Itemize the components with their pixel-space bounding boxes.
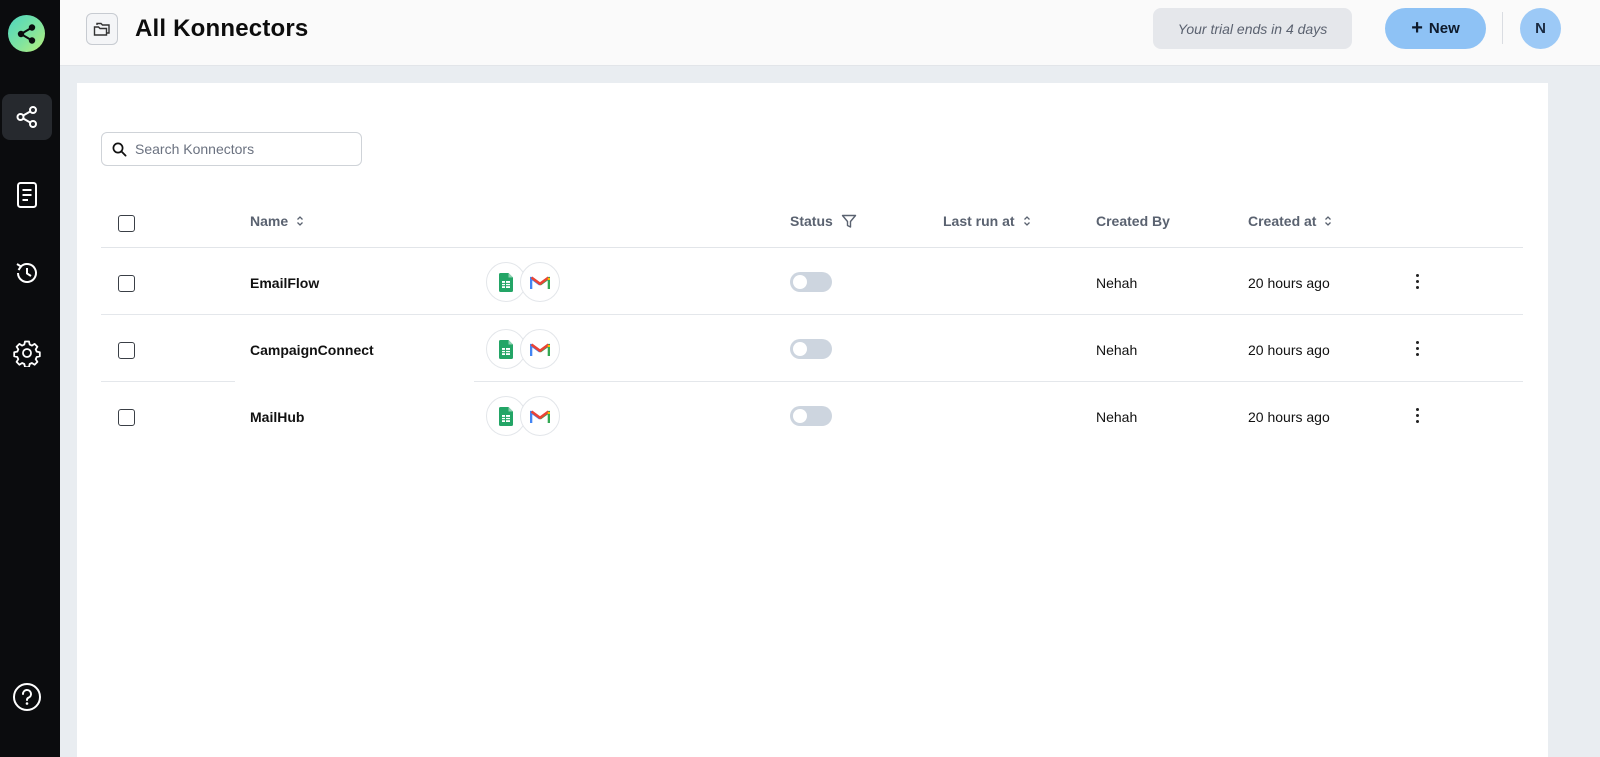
row-actions-button[interactable] — [1407, 337, 1427, 359]
sort-icon[interactable] — [296, 215, 304, 227]
logo-share-icon — [17, 23, 35, 44]
created-at-value: 20 hours ago — [1248, 275, 1330, 291]
search-input[interactable] — [135, 141, 345, 157]
column-name-label: Name — [250, 213, 289, 229]
konnectors-card: Name Status Last run at Created By Creat… — [77, 83, 1548, 757]
folders-icon — [93, 22, 110, 36]
column-last-run-label: Last run at — [943, 213, 1015, 229]
connected-apps — [486, 396, 562, 436]
table-row[interactable]: CampaignConnect Nehah 20 hours ago — [101, 315, 1523, 382]
table-row[interactable]: MailHub Nehah 20 hours ago — [101, 382, 1523, 449]
new-konnector-button[interactable]: + New — [1385, 8, 1486, 49]
konnector-name[interactable]: MailHub — [250, 409, 304, 425]
sidebar-item-history[interactable] — [2, 250, 52, 296]
created-at-value: 20 hours ago — [1248, 342, 1330, 358]
history-icon — [16, 263, 37, 283]
sidebar-item-konnectors[interactable] — [2, 94, 52, 140]
toggle-knob — [793, 275, 807, 289]
sidebar-item-settings[interactable] — [2, 330, 52, 376]
created-by-value: Nehah — [1096, 409, 1138, 425]
row-checkbox[interactable] — [118, 342, 135, 359]
status-toggle[interactable] — [790, 272, 832, 292]
help-icon — [13, 683, 41, 711]
gmail-icon — [530, 409, 550, 423]
konnectors-table: Name Status Last run at Created By Creat… — [101, 195, 1523, 449]
user-avatar[interactable]: N — [1520, 8, 1561, 49]
page-title: All Konnectors — [135, 15, 309, 42]
select-all-checkbox[interactable] — [118, 215, 135, 232]
google-sheets-icon — [499, 406, 513, 426]
gmail-icon — [530, 275, 550, 289]
column-created-by-label: Created By — [1096, 213, 1170, 229]
gmail-app — [520, 329, 560, 369]
column-last-run[interactable]: Last run at — [943, 213, 1031, 229]
sort-icon[interactable] — [1324, 215, 1332, 227]
filter-icon[interactable] — [841, 214, 857, 229]
row-actions-button[interactable] — [1407, 404, 1427, 426]
table-header: Name Status Last run at Created By Creat… — [101, 195, 1523, 248]
google-sheets-icon — [499, 272, 513, 292]
row-checkbox[interactable] — [118, 275, 135, 292]
search-box[interactable] — [101, 132, 362, 166]
row-checkbox[interactable] — [118, 409, 135, 426]
column-created-by: Created By — [1096, 213, 1170, 229]
toggle-knob — [793, 342, 807, 356]
created-by-value: Nehah — [1096, 275, 1138, 291]
konnector-name[interactable]: CampaignConnect — [250, 342, 374, 358]
status-toggle[interactable] — [790, 339, 832, 359]
column-status-label: Status — [790, 213, 833, 229]
created-by-value: Nehah — [1096, 342, 1138, 358]
plus-icon: + — [1411, 16, 1423, 39]
connected-apps — [486, 262, 562, 302]
gear-icon — [13, 340, 41, 367]
gmail-app — [520, 396, 560, 436]
sidebar-item-help[interactable] — [2, 674, 52, 720]
new-button-label: New — [1428, 20, 1460, 37]
column-name[interactable]: Name — [250, 213, 304, 229]
folders-toggle-button[interactable] — [86, 13, 118, 45]
table-row[interactable]: EmailFlow Nehah 20 hours ago — [101, 248, 1523, 315]
trial-banner: Your trial ends in 4 days — [1153, 8, 1352, 49]
sort-icon[interactable] — [1023, 215, 1031, 227]
column-status[interactable]: Status — [790, 213, 857, 229]
connected-apps — [486, 329, 562, 369]
document-icon — [17, 182, 37, 208]
top-header: All Konnectors Your trial ends in 4 days… — [60, 0, 1600, 66]
gmail-app — [520, 262, 560, 302]
header-divider — [1502, 12, 1503, 44]
status-toggle[interactable] — [790, 406, 832, 426]
sidebar — [0, 0, 60, 757]
search-icon — [112, 142, 127, 157]
row-actions-button[interactable] — [1407, 270, 1427, 292]
column-created-at[interactable]: Created at — [1248, 213, 1332, 229]
created-at-value: 20 hours ago — [1248, 409, 1330, 425]
sidebar-item-logs[interactable] — [2, 172, 52, 218]
toggle-knob — [793, 409, 807, 423]
konnector-name[interactable]: EmailFlow — [250, 275, 319, 291]
app-logo[interactable] — [8, 15, 45, 52]
share-nodes-icon — [16, 106, 37, 128]
google-sheets-icon — [499, 339, 513, 359]
gmail-icon — [530, 342, 550, 356]
column-created-at-label: Created at — [1248, 213, 1317, 229]
